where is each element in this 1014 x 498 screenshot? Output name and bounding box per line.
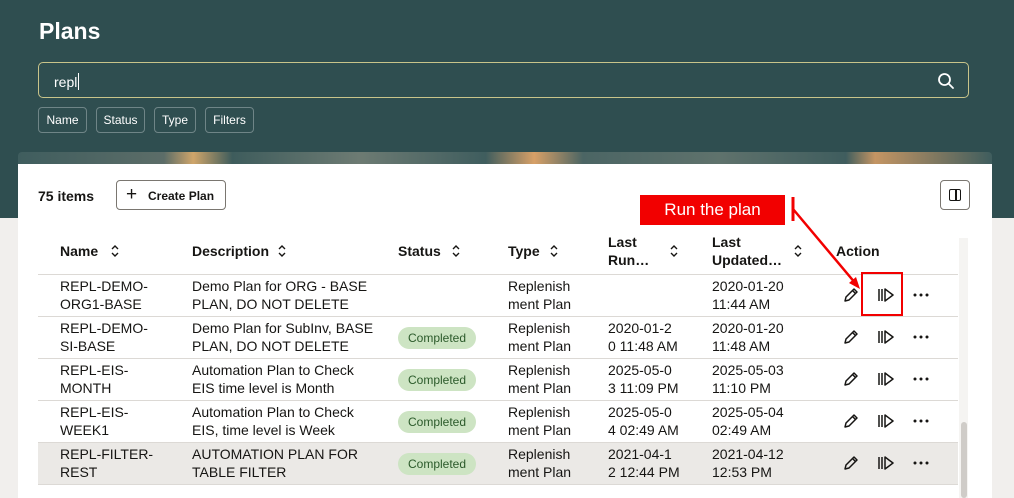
cell-description: Automation Plan to Check EIS time level i…	[192, 362, 354, 396]
cell-type: Replenish ment Plan	[508, 362, 572, 396]
cell-type: Replenish ment Plan	[508, 404, 572, 438]
sort-icon[interactable]	[549, 244, 559, 258]
col-last-run-line1[interactable]: Last	[608, 233, 637, 251]
cell-last-updated: 2020-01-20 11:44 AM	[712, 278, 784, 312]
cell-type: Replenish ment Plan	[508, 278, 572, 312]
filter-chip-filters[interactable]: Filters	[205, 107, 254, 133]
search-input[interactable]: repl	[38, 62, 969, 98]
col-action: Action	[836, 243, 880, 259]
edit-icon[interactable]	[842, 412, 860, 430]
cell-description: Demo Plan for ORG - BASE PLAN, DO NOT DEL…	[192, 278, 368, 312]
more-actions-icon[interactable]	[912, 412, 930, 430]
cell-name: REPL-FILTER- REST	[60, 446, 154, 480]
edit-icon[interactable]	[842, 370, 860, 388]
more-actions-icon[interactable]	[912, 286, 930, 304]
cell-name: REPL-EIS- MONTH	[60, 362, 129, 396]
cell-description: Automation Plan to Check EIS, time level …	[192, 404, 354, 438]
table-row[interactable]: REPL-FILTER- REST AUTOMATION PLAN FOR TABL…	[38, 443, 958, 485]
more-actions-icon[interactable]	[912, 370, 930, 388]
decorative-banner	[18, 152, 992, 164]
cell-name: REPL-DEMO- ORG1-BASE	[60, 278, 148, 312]
cell-name: REPL-EIS- WEEK1	[60, 404, 129, 438]
run-plan-highlight-box	[861, 272, 903, 316]
filter-chip-status[interactable]: Status	[96, 107, 145, 133]
table-row[interactable]: REPL-EIS- WEEK1 Automation Plan to Check E…	[38, 401, 958, 443]
col-type[interactable]: Type	[508, 242, 540, 260]
page-title: Plans	[39, 18, 101, 44]
run-plan-icon[interactable]	[877, 454, 895, 472]
cell-last-updated: 2020-01-20 11:48 AM	[712, 320, 784, 354]
scrollbar-thumb[interactable]	[961, 422, 967, 498]
cell-description: Demo Plan for SubInv, BASE PLAN, DO NOT D…	[192, 320, 374, 354]
create-plan-button[interactable]: + Create Plan	[116, 180, 226, 210]
run-plan-icon[interactable]	[877, 370, 895, 388]
table-row[interactable]: REPL-DEMO- SI-BASE Demo Plan for SubInv, …	[38, 317, 958, 359]
cell-last-run: 2021-04-1 2 12:44 PM	[608, 446, 680, 480]
cell-type: Replenish ment Plan	[508, 446, 572, 480]
more-actions-icon[interactable]	[912, 454, 930, 472]
col-description[interactable]: Description	[192, 242, 269, 260]
status-badge: Completed	[398, 453, 477, 475]
cell-last-run: 2020-01-2 0 11:48 AM	[608, 320, 678, 354]
filter-chip-type[interactable]: Type	[154, 107, 196, 133]
search-icon[interactable]	[937, 72, 955, 90]
more-actions-icon[interactable]	[912, 328, 930, 346]
edit-icon[interactable]	[842, 286, 860, 304]
table-row[interactable]: REPL-DEMO- ORG1-BASE Demo Plan for ORG - …	[38, 275, 958, 317]
cell-description: AUTOMATION PLAN FOR TABLE FILTER	[192, 446, 358, 480]
sort-icon[interactable]	[110, 244, 120, 258]
plus-icon: +	[126, 184, 138, 205]
sort-icon[interactable]	[669, 244, 679, 258]
toggle-panel-button[interactable]	[940, 180, 970, 210]
create-plan-label: Create Plan	[148, 189, 215, 203]
status-badge: Completed	[398, 369, 477, 391]
cell-type: Replenish ment Plan	[508, 320, 572, 354]
cell-name: REPL-DEMO- SI-BASE	[60, 320, 148, 354]
sort-icon[interactable]	[451, 244, 461, 258]
cell-last-updated: 2021-04-12 12:53 PM	[712, 446, 784, 480]
cell-last-updated: 2025-05-03 11:10 PM	[712, 362, 784, 396]
cell-last-run: 2025-05-0 3 11:09 PM	[608, 362, 679, 396]
col-status[interactable]: Status	[398, 242, 441, 260]
run-plan-icon[interactable]	[877, 328, 895, 346]
status-badge: Completed	[398, 411, 477, 433]
col-last-run-line2[interactable]: Run…	[608, 251, 649, 269]
col-last-updated-line2[interactable]: Updated…	[712, 251, 782, 269]
table-row[interactable]: REPL-EIS- MONTH Automation Plan to Check E…	[38, 359, 958, 401]
cell-last-updated: 2025-05-04 02:49 AM	[712, 404, 784, 438]
run-plan-callout: Run the plan	[640, 195, 785, 225]
sort-icon[interactable]	[793, 244, 803, 258]
edit-icon[interactable]	[842, 328, 860, 346]
filter-chip-name[interactable]: Name	[38, 107, 87, 133]
status-badge: Completed	[398, 327, 477, 349]
item-count: 75 items	[38, 188, 95, 204]
cell-last-run: 2025-05-0 4 02:49 AM	[608, 404, 679, 438]
table-header: Name Description Status Type Last Run… L…	[38, 228, 958, 275]
edit-icon[interactable]	[842, 454, 860, 472]
run-plan-icon[interactable]	[877, 412, 895, 430]
sort-icon[interactable]	[277, 244, 287, 258]
col-name[interactable]: Name	[60, 242, 98, 260]
col-last-updated-line1[interactable]: Last	[712, 233, 741, 251]
plans-card: 75 items + Create Plan Name Description …	[18, 164, 992, 498]
search-input-value: repl	[54, 73, 80, 90]
